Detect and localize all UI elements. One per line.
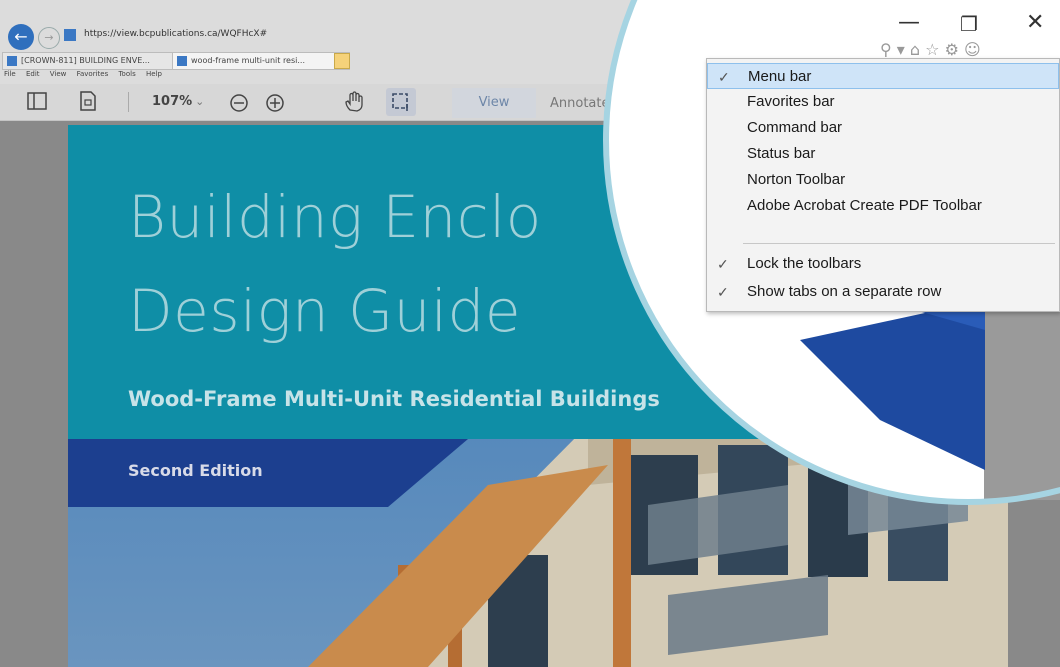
check-icon: ✓ [717, 284, 729, 300]
menu-item-label: Status bar [747, 145, 816, 162]
menu-item-acrobat-toolbar[interactable]: Adobe Acrobat Create PDF Toolbar [707, 193, 1059, 219]
check-icon: ✓ [717, 256, 729, 272]
new-tab-button[interactable] [334, 53, 350, 69]
menu-item-label: Menu bar [748, 68, 812, 85]
menu-item-favorites-bar[interactable]: Favorites bar [707, 89, 1059, 115]
address-bar-url[interactable]: https://view.bcpublications.ca/WQFHcX# [84, 29, 267, 39]
toolbars-context-menu: ✓ Menu bar Favorites bar Command bar Sta… [706, 58, 1060, 312]
page-thumbnail-icon[interactable] [78, 90, 98, 112]
menu-view[interactable]: View [50, 70, 67, 78]
menu-edit[interactable]: Edit [26, 70, 40, 78]
forward-button[interactable]: → [38, 27, 60, 49]
menu-item-tabs-separate-row[interactable]: ✓ Show tabs on a separate row [707, 279, 1059, 305]
tab-favicon-icon [177, 56, 187, 66]
selection-tool-button[interactable] [386, 88, 416, 116]
menu-item-label: Favorites bar [747, 93, 835, 110]
tab-label: wood-frame multi-unit resi... [191, 56, 305, 65]
menu-item-lock-toolbars[interactable]: ✓ Lock the toolbars [707, 251, 1059, 277]
cover-title-line-1: Building Enclo [128, 183, 542, 251]
tab-wood-frame[interactable]: wood-frame multi-unit resi... × [172, 52, 350, 70]
cover-subtitle: Wood-Frame Multi-Unit Residential Buildi… [128, 387, 660, 411]
menu-help[interactable]: Help [146, 70, 162, 78]
hand-tool-icon[interactable] [342, 90, 366, 114]
sidebar-toggle-icon[interactable] [26, 91, 48, 111]
zoom-out-icon[interactable] [228, 92, 250, 114]
menu-separator [743, 243, 1055, 244]
restore-button[interactable]: ❐ [960, 12, 978, 36]
menu-item-command-bar[interactable]: Command bar [707, 115, 1059, 141]
tab-favicon-icon [7, 56, 17, 66]
site-favicon-icon [64, 29, 76, 41]
zoom-chevron-icon: ⌄ [195, 95, 205, 108]
menu-item-label: Norton Toolbar [747, 171, 846, 188]
tab-crown-811[interactable]: [CROWN-811] BUILDING ENVE... [2, 52, 190, 70]
menu-item-norton-toolbar[interactable]: Norton Toolbar [707, 167, 1059, 193]
menu-item-label: Command bar [747, 119, 843, 136]
menu-item-label: Show tabs on a separate row [747, 283, 942, 300]
check-icon: ✓ [718, 69, 730, 85]
tab-view[interactable]: View [452, 88, 536, 118]
marquee-select-icon [392, 93, 408, 111]
tab-annotate[interactable]: Annotate [550, 96, 609, 111]
cover-title-line-2: Design Guide [128, 277, 521, 345]
zoom-level[interactable]: 107% ⌄ [152, 94, 204, 109]
toolbar-divider [128, 92, 129, 112]
menu-item-label: Lock the toolbars [747, 255, 862, 272]
menu-item-status-bar[interactable]: Status bar [707, 141, 1059, 167]
close-window-button[interactable]: ✕ [1026, 10, 1044, 35]
menu-file[interactable]: File [4, 70, 16, 78]
menu-favorites[interactable]: Favorites [77, 70, 109, 78]
menu-item-menu-bar[interactable]: ✓ Menu bar [707, 63, 1059, 89]
cover-edition: Second Edition [128, 461, 263, 480]
minimize-button[interactable]: — [898, 10, 920, 35]
menu-item-label: Adobe Acrobat Create PDF Toolbar [747, 197, 982, 214]
zoom-in-icon[interactable] [264, 92, 286, 114]
tab-label: [CROWN-811] BUILDING ENVE... [21, 56, 150, 65]
back-button[interactable]: ← [8, 24, 34, 50]
menu-bar: File Edit View Favorites Tools Help [4, 70, 170, 82]
menu-tools[interactable]: Tools [118, 70, 135, 78]
zoom-value: 107% [152, 94, 193, 109]
